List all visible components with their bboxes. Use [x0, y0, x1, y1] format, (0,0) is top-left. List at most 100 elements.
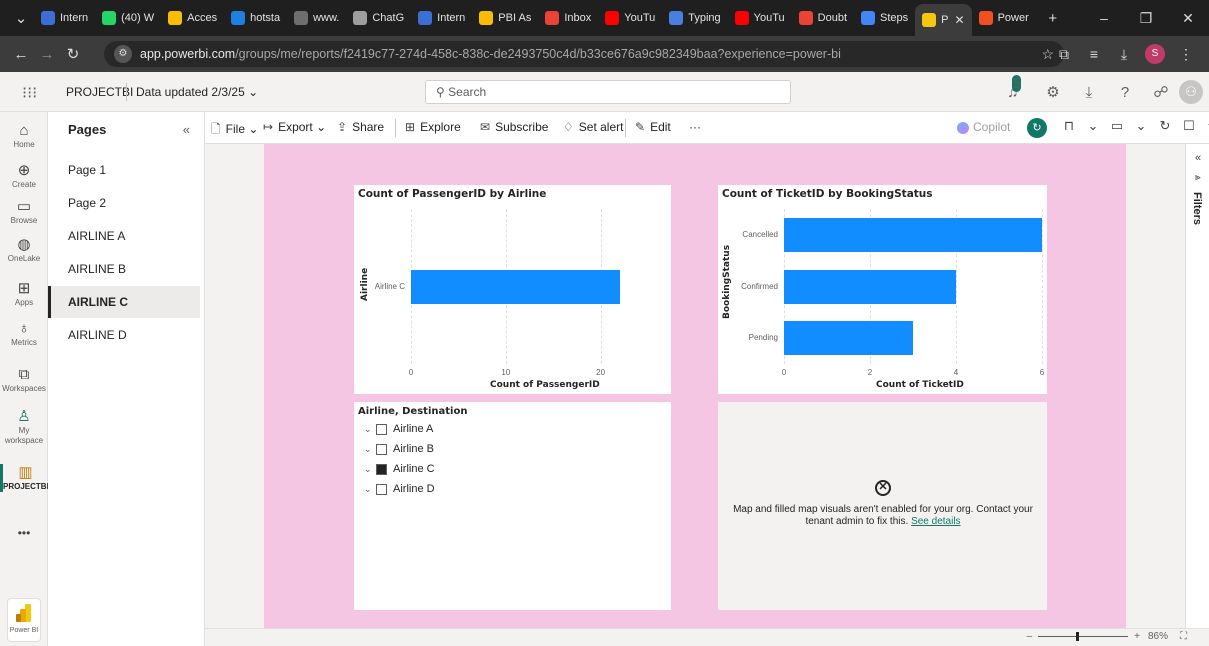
nav-home[interactable]: ⌂ Home [0, 122, 48, 150]
nav-workspaces[interactable]: ⧉ Workspaces [0, 366, 48, 394]
settings-icon[interactable]: ⚙ [1035, 83, 1071, 101]
download-icon[interactable]: ⤓ [1109, 46, 1139, 63]
page-tab[interactable]: AIRLINE C [48, 286, 200, 318]
browser-tab[interactable]: (40) W [95, 5, 161, 31]
nav-browse[interactable]: ▭ Browse [0, 198, 48, 226]
extensions-icon[interactable]: ⧉ [1049, 46, 1079, 63]
nav-onelake[interactable]: ◍ OneLake [0, 236, 48, 264]
zoom-slider-handle[interactable] [1076, 632, 1080, 641]
set-alert-button[interactable]: ♢ Set alert [563, 120, 623, 134]
more-nav-button[interactable]: ••• [0, 526, 48, 540]
page-tab[interactable]: AIRLINE B [48, 253, 200, 285]
browser-tab[interactable]: Typing [662, 5, 727, 31]
browser-tab-active[interactable]: P ✕ [915, 4, 972, 36]
zoom-out-button[interactable]: – [1027, 631, 1033, 642]
slicer-item[interactable]: ⌄ Airline B [364, 440, 434, 458]
restore-icon[interactable]: ❐ [1125, 0, 1167, 36]
expand-chevron-icon[interactable]: ⌄ [364, 424, 376, 435]
share-button[interactable]: ⇪ Share [337, 120, 384, 134]
nav-metrics[interactable]: ♁ Metrics [0, 320, 48, 348]
notifications-icon[interactable]: ♫5 [999, 74, 1035, 101]
browser-tab[interactable]: Acces [161, 5, 224, 31]
favorite-star-icon[interactable]: ☆ [1201, 118, 1209, 134]
browser-tab[interactable]: ChatG [346, 5, 411, 31]
expand-chevron-icon[interactable]: ⌄ [364, 464, 376, 475]
ticket-count-chart[interactable]: Count of TicketID by BookingStatus 0246C… [718, 185, 1047, 394]
page-tab[interactable]: Page 2 [48, 187, 200, 219]
browser-tab[interactable]: PBI As [472, 5, 538, 31]
tab-search-icon[interactable]: ⌄ [8, 9, 34, 27]
bookmark-icon[interactable]: ⊓ [1057, 118, 1081, 134]
slicer-item[interactable]: ⌄ Airline D [364, 480, 435, 498]
browser-tab[interactable]: YouTu [598, 5, 662, 31]
subscribe-button[interactable]: ✉ Subscribe [480, 120, 548, 134]
close-tab-icon[interactable]: ✕ [955, 13, 965, 27]
new-tab-button[interactable]: + [1040, 10, 1066, 27]
browser-tab[interactable]: Intern [411, 5, 472, 31]
slicer-item[interactable]: ⌄ Airline C [364, 460, 435, 478]
close-window-icon[interactable]: ✕ [1167, 0, 1209, 36]
page-tab[interactable]: AIRLINE A [48, 220, 200, 252]
edit-button[interactable]: ✎ Edit [635, 120, 671, 134]
chevron-down-icon[interactable]: ⌄ [1081, 118, 1105, 134]
nav-create[interactable]: ⊕ Create [0, 162, 48, 190]
share-feedback-icon[interactable]: ☍ [1143, 83, 1179, 101]
nav-apps[interactable]: ⊞ Apps [0, 280, 48, 308]
slicer-item[interactable]: ⌄ Airline A [364, 420, 433, 438]
page-tab[interactable]: AIRLINE D [48, 319, 200, 351]
browser-tab[interactable]: Steps [854, 5, 915, 31]
zoom-slider[interactable] [1038, 632, 1129, 641]
minimize-icon[interactable]: – [1083, 0, 1125, 36]
browser-tab[interactable]: Doubt [792, 5, 854, 31]
browser-tab[interactable]: YouTu [728, 5, 792, 31]
fit-to-page-icon[interactable]: ⛶ [1180, 631, 1187, 642]
reading-list-icon[interactable]: ≡ [1079, 46, 1109, 62]
search-box[interactable]: ⚲ Search [425, 80, 791, 104]
page-tab[interactable]: Page 1 [48, 154, 200, 186]
refresh-visuals-icon[interactable]: ↻ [1027, 118, 1047, 138]
site-info-icon[interactable]: ⚙ [114, 45, 132, 63]
comment-icon[interactable]: ☐ [1177, 118, 1201, 134]
chevron-down-icon[interactable]: ⌄ [1129, 118, 1153, 134]
download-icon[interactable]: ⤓ [1071, 84, 1107, 101]
powerbi-logo[interactable]: Power BI [7, 598, 41, 642]
expand-chevron-icon[interactable]: ⌄ [364, 444, 376, 455]
chart-bar[interactable] [784, 321, 913, 356]
zoom-control[interactable]: – + 86% ⛶ [1027, 631, 1187, 642]
browser-tab[interactable]: www. [287, 5, 346, 31]
forward-icon[interactable]: → [34, 46, 60, 63]
chart-bar[interactable] [784, 217, 1042, 252]
explore-button[interactable]: ⊞ Explore [405, 120, 461, 134]
browser-tab[interactable]: Intern [34, 5, 95, 31]
expand-chevron-icon[interactable]: ⌄ [364, 484, 376, 495]
data-updated-dropdown[interactable]: Data updated 2/3/25 ⌄ [136, 85, 258, 99]
collapse-pages-icon[interactable]: « [183, 122, 190, 137]
chart-bar[interactable] [784, 269, 956, 304]
copilot-button[interactable]: Copilot [957, 120, 1010, 134]
export-menu[interactable]: ↦ Export ⌄ [263, 120, 326, 134]
slicer-checkbox[interactable] [376, 443, 387, 455]
browser-menu-icon[interactable]: ⋮ [1171, 46, 1201, 63]
zoom-in-button[interactable]: + [1134, 631, 1140, 642]
browser-tab[interactable]: Inbox [538, 5, 598, 31]
reload-icon[interactable]: ↻ [1153, 118, 1177, 134]
browser-tab[interactable]: Power [972, 5, 1036, 31]
app-launcher-icon[interactable]: ⁝⁝⁝ [22, 83, 37, 103]
filters-pane[interactable]: « ⫸ Filters [1185, 144, 1209, 628]
nav-projectbi[interactable]: ▥ PROJECTBI [0, 464, 49, 492]
slicer-checkbox[interactable] [376, 483, 387, 495]
file-menu[interactable]: 🗋 File ⌄ [211, 120, 258, 141]
see-details-link[interactable]: See details [911, 516, 960, 527]
view-icon[interactable]: ▭ [1105, 118, 1129, 134]
profile-avatar[interactable]: S [1145, 44, 1165, 64]
nav-my-workspace[interactable]: ♙ My workspace [0, 408, 48, 446]
back-icon[interactable]: ← [8, 46, 34, 63]
reload-icon[interactable]: ↻ [60, 45, 86, 63]
url-field[interactable]: ⚙ app.powerbi.com/groups/me/reports/f241… [104, 41, 1064, 67]
slicer-checkbox[interactable] [376, 463, 387, 475]
account-avatar[interactable]: ⚇ [1179, 80, 1203, 104]
expand-filters-icon[interactable]: « [1195, 152, 1201, 164]
slicer-checkbox[interactable] [376, 423, 387, 435]
more-options-button[interactable]: ··· [689, 120, 701, 134]
browser-tab[interactable]: hotsta [224, 5, 287, 31]
